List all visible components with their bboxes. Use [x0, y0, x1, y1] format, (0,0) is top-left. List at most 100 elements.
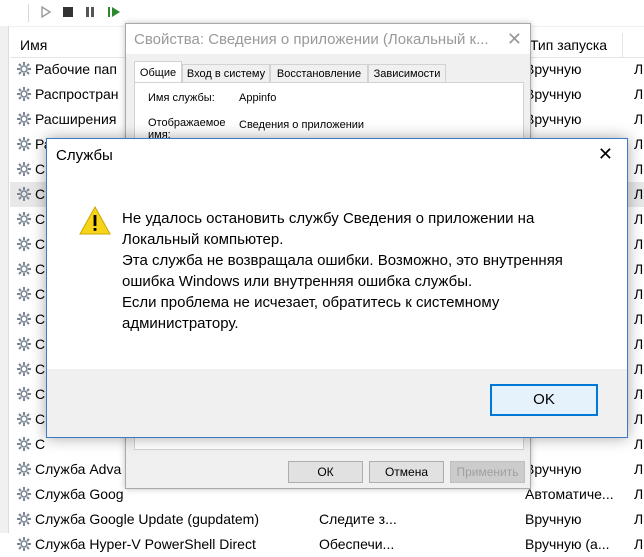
column-header-name[interactable]: Имя	[20, 37, 47, 53]
gear-icon	[16, 511, 32, 527]
error-dialog-close-button[interactable]: ✕	[598, 145, 613, 163]
service-logon: Л	[634, 486, 644, 502]
gear-icon	[16, 211, 32, 227]
gear-icon	[16, 336, 32, 352]
service-name: С	[35, 361, 46, 377]
play-icon	[40, 5, 52, 21]
column-divider[interactable]	[622, 33, 623, 57]
service-name: С	[35, 186, 46, 202]
close-icon: ✕	[597, 144, 613, 164]
service-startup-type: Вручную	[525, 61, 582, 77]
service-name: С	[35, 311, 46, 327]
service-description: Обеспечи...	[319, 536, 395, 552]
error-message: Не удалось остановить службу Сведения о …	[122, 208, 602, 334]
display-name-value[interactable]: Сведения о приложении	[239, 119, 364, 131]
error-dialog-footer: OK	[47, 369, 627, 437]
close-icon: ✕	[506, 29, 522, 49]
service-name: Служба Goog	[35, 486, 124, 502]
gear-icon	[16, 86, 32, 102]
service-logon: Л	[634, 186, 644, 202]
service-logon: Л	[634, 261, 644, 277]
service-name: С	[35, 411, 46, 427]
gear-icon	[16, 436, 32, 452]
service-startup-type: Вручную	[525, 111, 582, 127]
gear-icon	[16, 186, 32, 202]
service-logon: Л	[634, 311, 644, 327]
service-startup-type: Вручную	[525, 461, 582, 477]
gear-icon	[16, 411, 32, 427]
gear-icon	[16, 386, 32, 402]
gear-icon	[16, 311, 32, 327]
service-logon: Л	[634, 211, 644, 227]
service-logon: Л	[634, 61, 644, 77]
gear-icon	[16, 136, 32, 152]
service-name-value[interactable]: Appinfo	[239, 92, 276, 104]
service-name: С	[35, 336, 46, 352]
restart-service-button[interactable]	[106, 5, 122, 21]
column-header-startup[interactable]: Тип запуска	[530, 37, 607, 53]
error-dialog: Службы ✕ Не удалось остановить службу Св…	[46, 138, 628, 438]
service-logon: Л	[634, 236, 644, 252]
service-logon: Л	[634, 86, 644, 102]
service-logon: Л	[634, 436, 644, 452]
service-logon: Л	[634, 361, 644, 377]
properties-close-button[interactable]: ✕	[507, 30, 522, 48]
console-tree-edge	[0, 26, 9, 533]
service-name: Расширения	[35, 111, 117, 127]
tab-logon[interactable]: Вход в систему	[182, 64, 270, 83]
service-name: С	[35, 286, 46, 302]
service-startup-type: Вручную	[525, 86, 582, 102]
gear-icon	[16, 261, 32, 277]
service-name: С	[35, 211, 46, 227]
service-startup-type: Вручную (а...	[525, 536, 610, 552]
error-message-line: ошибка Windows или внутренняя ошибка слу…	[122, 273, 473, 290]
service-name: Служба Google Update (gupdatem)	[35, 511, 259, 527]
properties-cancel-button[interactable]: Отмена	[369, 461, 444, 483]
stop-icon	[62, 5, 74, 21]
gear-icon	[16, 361, 32, 377]
stop-service-button[interactable]	[60, 5, 76, 21]
gear-icon	[16, 161, 32, 177]
properties-title: Свойства: Сведения о приложении (Локальн…	[134, 31, 489, 48]
gear-icon	[16, 461, 32, 477]
service-description: Следите з...	[319, 511, 397, 527]
service-name: Распростран	[35, 86, 119, 102]
error-dialog-title: Службы	[56, 147, 113, 164]
service-name: С	[35, 261, 46, 277]
service-name-label: Имя службы:	[148, 92, 215, 104]
gear-icon	[16, 61, 32, 77]
resume-icon	[107, 5, 121, 21]
properties-apply-button[interactable]: Применить	[450, 461, 525, 483]
service-logon: Л	[634, 536, 644, 552]
service-name: С	[35, 436, 46, 452]
gear-icon	[16, 236, 32, 252]
service-name: Рабочие пап	[35, 61, 117, 77]
gear-icon	[16, 536, 32, 552]
gear-icon	[16, 286, 32, 302]
tab-general[interactable]: Общие	[134, 61, 182, 83]
toolbar-separator	[28, 4, 29, 22]
start-service-button[interactable]	[38, 5, 54, 21]
properties-titlebar: Свойства: Сведения о приложении (Локальн…	[126, 24, 530, 54]
warning-icon	[79, 205, 111, 237]
service-row[interactable]: Служба Hyper-V PowerShell Direct Обеспечи…	[10, 532, 644, 557]
service-logon: Л	[634, 511, 644, 527]
service-name: Служба Adva	[35, 461, 122, 477]
service-startup-type: Вручную	[525, 511, 582, 527]
tab-dependencies[interactable]: Зависимости	[368, 64, 446, 83]
tab-recovery[interactable]: Восстановление	[270, 64, 368, 83]
service-row[interactable]: Служба Google Update (gupdatem) Следите з…	[10, 507, 644, 532]
pause-service-button[interactable]	[82, 5, 98, 21]
service-startup-type: Автоматиче...	[525, 486, 614, 502]
properties-ok-button[interactable]: ОК	[288, 461, 363, 483]
service-name: Служба Hyper-V PowerShell Direct	[35, 536, 256, 552]
pause-icon	[84, 5, 96, 21]
error-ok-button[interactable]: OK	[490, 384, 598, 416]
error-message-line: Не удалось остановить службу Сведения о …	[122, 210, 535, 227]
error-message-line: Эта служба не возвращала ошибки. Возможн…	[122, 252, 563, 269]
service-logon: Л	[634, 461, 644, 477]
service-logon: Л	[634, 386, 644, 402]
service-logon: Л	[634, 336, 644, 352]
service-name: С	[35, 386, 46, 402]
service-name: С	[35, 236, 46, 252]
